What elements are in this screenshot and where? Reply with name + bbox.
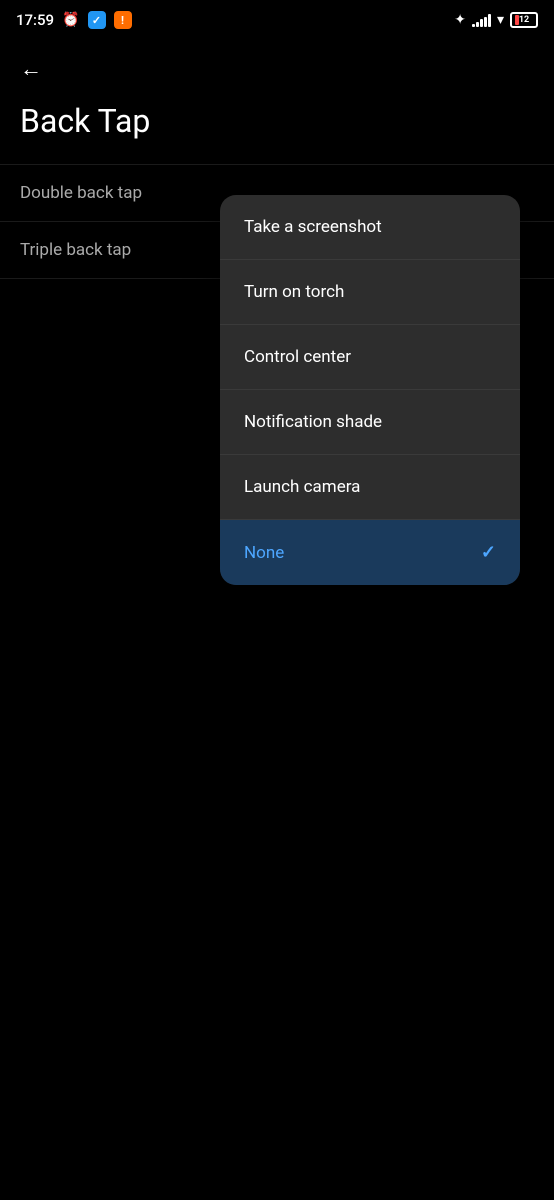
control-center-label: Control center — [244, 347, 351, 367]
dropdown-item-none[interactable]: None ✓ — [220, 520, 520, 585]
dropdown-item-launch-camera[interactable]: Launch camera — [220, 455, 520, 520]
dropdown-item-notification-shade[interactable]: Notification shade — [220, 390, 520, 455]
battery-icon: 12 — [510, 12, 538, 28]
double-back-tap-label: Double back tap — [20, 183, 142, 203]
notification-icon-blue: ✓ — [88, 11, 106, 29]
dropdown-item-take-screenshot[interactable]: Take a screenshot — [220, 195, 520, 260]
battery-wrapper: 12 — [510, 12, 538, 28]
status-left: 17:59 ⏰ ✓ ! — [16, 11, 132, 29]
notification-shade-label: Notification shade — [244, 412, 382, 432]
launch-camera-label: Launch camera — [244, 477, 360, 497]
wifi-icon: ▾ — [497, 12, 504, 28]
dropdown-item-control-center[interactable]: Control center — [220, 325, 520, 390]
signal-bar-2 — [476, 22, 479, 27]
page-title: Back Tap — [0, 94, 554, 160]
status-bar: 17:59 ⏰ ✓ ! ✦ ▾ 12 — [0, 0, 554, 40]
back-arrow-icon[interactable]: ← — [20, 57, 42, 82]
signal-bar-1 — [472, 24, 475, 27]
signal-bar-5 — [488, 14, 491, 27]
take-screenshot-label: Take a screenshot — [244, 217, 382, 237]
status-right: ✦ ▾ 12 — [454, 12, 538, 28]
dropdown-menu: Take a screenshot Turn on torch Control … — [220, 195, 520, 585]
time-display: 17:59 — [16, 11, 54, 29]
back-button-row[interactable]: ← — [0, 44, 554, 94]
turn-on-torch-label: Turn on torch — [244, 282, 344, 302]
checkmark-icon: ✓ — [481, 542, 496, 563]
alarm-icon: ⏰ — [62, 12, 79, 28]
notification-icon-orange: ! — [114, 11, 132, 29]
bluetooth-icon: ✦ — [454, 12, 466, 28]
signal-bar-4 — [484, 17, 487, 27]
signal-bar-3 — [480, 19, 483, 27]
signal-bars — [472, 13, 491, 27]
triple-back-tap-label: Triple back tap — [20, 240, 131, 260]
battery-level: 12 — [512, 15, 536, 25]
none-label: None — [244, 543, 284, 563]
dropdown-item-turn-on-torch[interactable]: Turn on torch — [220, 260, 520, 325]
